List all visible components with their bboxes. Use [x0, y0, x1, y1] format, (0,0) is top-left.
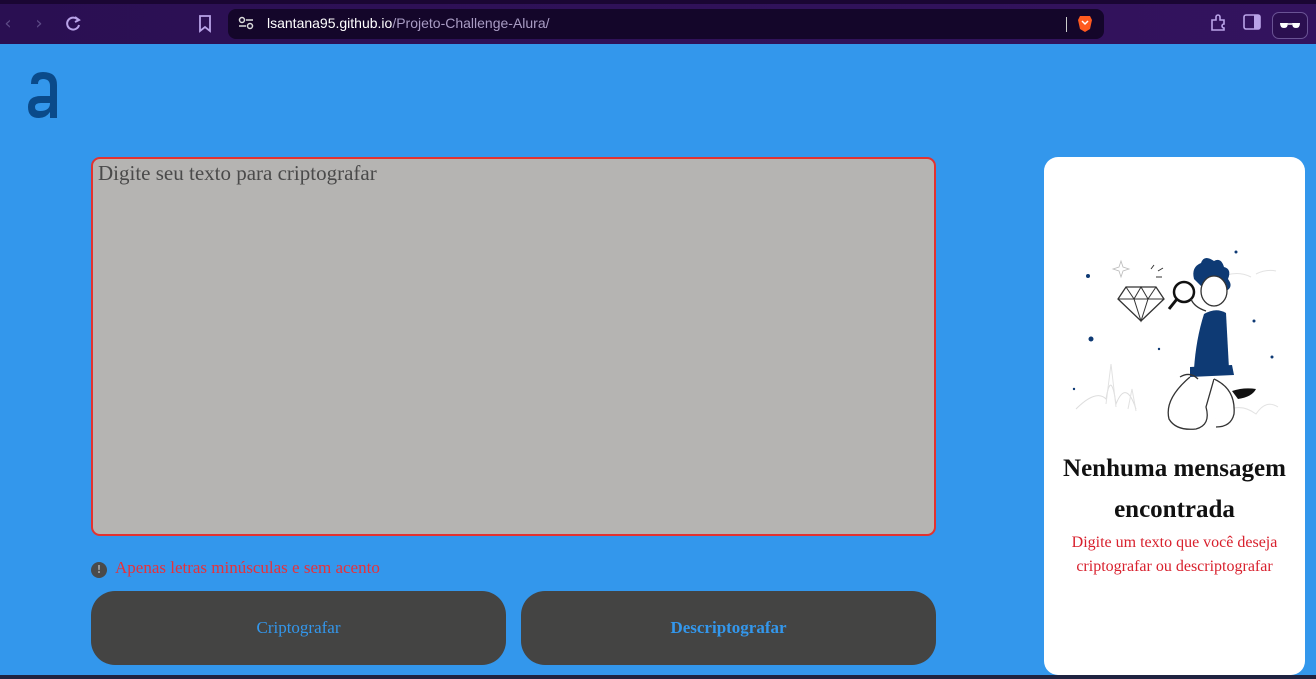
extensions-icon[interactable] [1209, 14, 1227, 37]
back-icon[interactable]: ‹ [0, 12, 20, 36]
info-icon: ! [91, 561, 107, 578]
encrypt-button[interactable]: Criptografar [91, 591, 506, 665]
message-input[interactable] [91, 157, 936, 536]
private-profile-icon[interactable] [1272, 12, 1308, 39]
reload-icon[interactable] [61, 12, 85, 36]
output-title: Nenhuma mensagem encontrada [1063, 455, 1286, 523]
site-settings-icon[interactable] [238, 15, 254, 36]
browser-toolbar: ‹ › lsantana95.github.io/Projeto-Challen… [0, 0, 1316, 44]
url-text: lsantana95.github.io/Projeto-Challenge-A… [267, 15, 550, 31]
url-divider [1066, 17, 1067, 32]
output-panel: Nenhuma mensagem encontrada Digite um te… [1044, 157, 1305, 675]
input-hint: ! Apenas letras minúsculas e sem acento [91, 558, 380, 578]
sidebar-icon[interactable] [1243, 14, 1261, 35]
bookmark-icon[interactable] [193, 12, 217, 36]
hint-text: Apenas letras minúsculas e sem acento [115, 558, 380, 577]
address-bar[interactable]: lsantana95.github.io/Projeto-Challenge-A… [228, 9, 1104, 39]
output-description: Digite um texto que você deseja criptogr… [1071, 534, 1278, 575]
decrypt-button[interactable]: Descriptografar [521, 591, 936, 665]
brave-shield-icon[interactable] [1077, 15, 1093, 38]
person-magnifier-illustration [1066, 249, 1286, 444]
forward-icon[interactable]: › [27, 12, 51, 36]
alura-logo [26, 70, 60, 125]
window-bottom-edge [0, 675, 1316, 679]
